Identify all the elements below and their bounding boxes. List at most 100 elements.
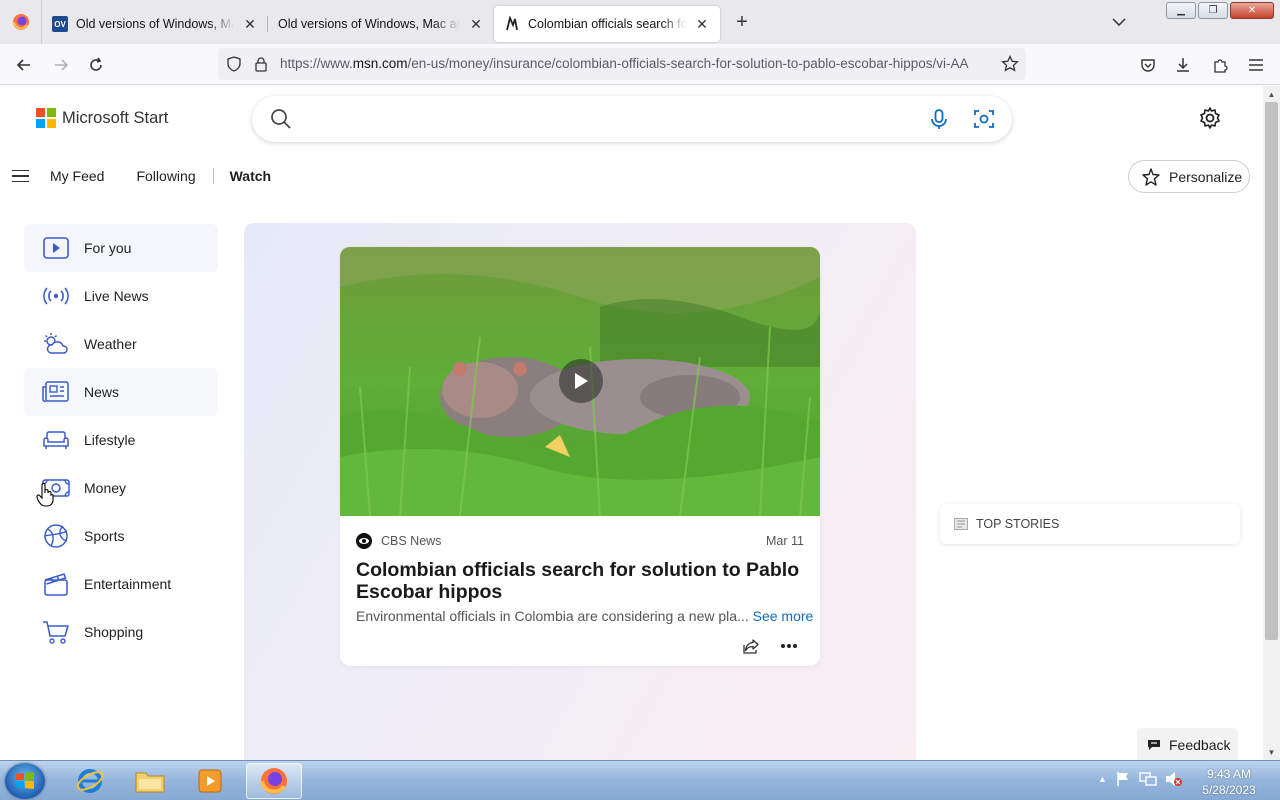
hamburger-menu-icon	[1249, 59, 1263, 71]
play-button[interactable]	[559, 359, 603, 403]
video-card[interactable]: CBS News Mar 11 Colombian officials sear…	[340, 247, 820, 666]
downloads-button[interactable]	[1170, 52, 1196, 78]
system-tray: ▲	[1098, 771, 1183, 787]
browser-nav-bar: https://www.msn.com/en-us/money/insuranc…	[0, 44, 1280, 85]
cart-icon	[42, 618, 70, 646]
app-menu-button[interactable]	[1243, 52, 1269, 78]
nav-my-feed[interactable]: My Feed	[50, 168, 104, 184]
newspaper-icon	[42, 378, 70, 406]
tab-old-versions-1[interactable]: OV Old versions of Windows, Mac and Linu…	[42, 6, 268, 42]
sidebar-item-news[interactable]: News	[24, 368, 218, 416]
sidebar-item-for-you[interactable]: For you	[24, 224, 218, 272]
action-center-flag-icon[interactable]	[1115, 771, 1131, 787]
start-button[interactable]	[5, 763, 45, 799]
url-text: https://www.msn.com/en-us/money/insuranc…	[280, 56, 969, 71]
settings-gear-icon[interactable]	[1198, 106, 1222, 130]
close-tab-icon[interactable]: ✕	[694, 16, 710, 32]
maximize-button[interactable]: ❐	[1198, 2, 1228, 19]
firefox-view-button[interactable]	[0, 0, 42, 44]
network-icon[interactable]	[1139, 771, 1157, 787]
taskbar-file-explorer[interactable]	[122, 763, 178, 799]
forward-button[interactable]	[48, 52, 74, 78]
sidebar-item-live-news[interactable]: Live News	[24, 272, 218, 320]
more-options-icon[interactable]	[780, 643, 798, 649]
internet-explorer-icon	[76, 769, 104, 793]
feedback-button[interactable]: Feedback	[1137, 728, 1238, 760]
clapperboard-icon	[42, 570, 70, 598]
system-clock[interactable]: 9:43 AM 5/28/2023	[1196, 766, 1262, 798]
back-button[interactable]	[11, 52, 37, 78]
sidebar-item-label: For you	[84, 240, 132, 256]
feedback-icon	[1148, 740, 1160, 750]
sidebar-item-weather[interactable]: Weather	[24, 320, 218, 368]
firefox-taskbar-icon	[260, 768, 287, 794]
personalize-button[interactable]: Personalize	[1128, 160, 1250, 193]
folder-icon	[135, 772, 165, 793]
minimize-button[interactable]: ▁	[1166, 2, 1196, 19]
sidebar-item-label: Live News	[84, 288, 149, 304]
feedback-label: Feedback	[1169, 737, 1231, 753]
sidebar: For you Live News Weather News Lifestyle…	[24, 224, 218, 656]
sidebar-item-label: Money	[84, 480, 127, 496]
sidebar-item-label: News	[84, 384, 120, 400]
description-text: Environmental officials in Colombia are …	[356, 608, 749, 624]
cbs-logo-icon	[356, 533, 372, 549]
taskbar-internet-explorer[interactable]	[62, 763, 118, 799]
sidebar-item-label: Weather	[84, 336, 137, 352]
tab-old-versions-2[interactable]: Old versions of Windows, Mac and Linux ✕	[267, 6, 494, 42]
visual-search-icon[interactable]	[972, 107, 996, 131]
close-tab-icon[interactable]: ✕	[242, 16, 258, 32]
close-tab-icon[interactable]: ✕	[468, 16, 484, 32]
window-close-button[interactable]: ✕	[1230, 2, 1274, 19]
menu-hamburger-icon[interactable]	[12, 166, 34, 186]
scrollbar-thumb[interactable]	[1265, 102, 1278, 640]
window-controls: ▁ ❐ ✕	[1166, 2, 1274, 19]
search-input[interactable]	[302, 108, 902, 130]
microphone-icon[interactable]	[928, 108, 950, 130]
msn-favicon-icon	[504, 16, 520, 32]
sidebar-item-entertainment[interactable]: Entertainment	[24, 560, 218, 608]
tab-title: Old versions of Windows, Mac and Linux	[278, 17, 460, 31]
tab-colombian-hippos[interactable]: Colombian officials search for solution …	[494, 6, 720, 42]
microsoft-start-logo[interactable]: Microsoft Start	[36, 108, 168, 128]
top-stories-label: TOP STORIES	[976, 517, 1060, 531]
windows-logo-icon	[16, 772, 34, 789]
media-player-icon	[198, 769, 222, 793]
arrow-left-icon	[16, 59, 30, 71]
reload-button[interactable]	[83, 52, 109, 78]
nav-watch[interactable]: Watch	[230, 168, 271, 184]
windows-taskbar: ▲ 9:43 AM 5/28/2023	[0, 760, 1280, 800]
card-headline[interactable]: Colombian officials search for solution …	[356, 559, 804, 603]
card-description: Environmental officials in Colombia are …	[356, 608, 813, 624]
source-name[interactable]: CBS News	[381, 534, 441, 548]
sidebar-item-lifestyle[interactable]: Lifestyle	[24, 416, 218, 464]
scroll-down-arrow-icon[interactable]: ▼	[1263, 744, 1280, 760]
taskbar-firefox[interactable]	[246, 763, 302, 799]
lock-icon[interactable]	[254, 56, 268, 72]
scroll-up-arrow-icon[interactable]: ▲	[1263, 86, 1280, 102]
new-tab-button[interactable]: +	[724, 4, 760, 40]
taskbar-media-player[interactable]	[182, 763, 238, 799]
show-hidden-icons-icon[interactable]: ▲	[1098, 774, 1107, 784]
tracking-shield-icon[interactable]	[226, 56, 242, 72]
page-scrollbar[interactable]: ▲ ▼	[1263, 86, 1280, 760]
nav-following[interactable]: Following	[136, 168, 195, 184]
pocket-button[interactable]	[1135, 52, 1161, 78]
video-thumbnail[interactable]	[340, 247, 820, 516]
bookmark-star-icon[interactable]	[1001, 55, 1019, 73]
search-box[interactable]	[252, 96, 1012, 142]
sidebar-item-shopping[interactable]: Shopping	[24, 608, 218, 656]
url-bar[interactable]: https://www.msn.com/en-us/money/insuranc…	[218, 48, 1026, 80]
volume-muted-icon[interactable]	[1165, 771, 1183, 787]
sidebar-item-label: Entertainment	[84, 576, 172, 592]
sidebar-item-label: Shopping	[84, 624, 144, 640]
share-icon[interactable]	[742, 637, 760, 655]
card-actions	[742, 637, 798, 655]
sidebar-item-sports[interactable]: Sports	[24, 512, 218, 560]
puzzle-icon	[1214, 59, 1228, 73]
extensions-button[interactable]	[1207, 52, 1233, 78]
top-stories-header[interactable]: TOP STORIES	[940, 504, 1240, 544]
list-all-tabs-button[interactable]	[1108, 12, 1130, 32]
see-more-link[interactable]: See more	[753, 608, 814, 624]
sofa-icon	[42, 426, 70, 454]
